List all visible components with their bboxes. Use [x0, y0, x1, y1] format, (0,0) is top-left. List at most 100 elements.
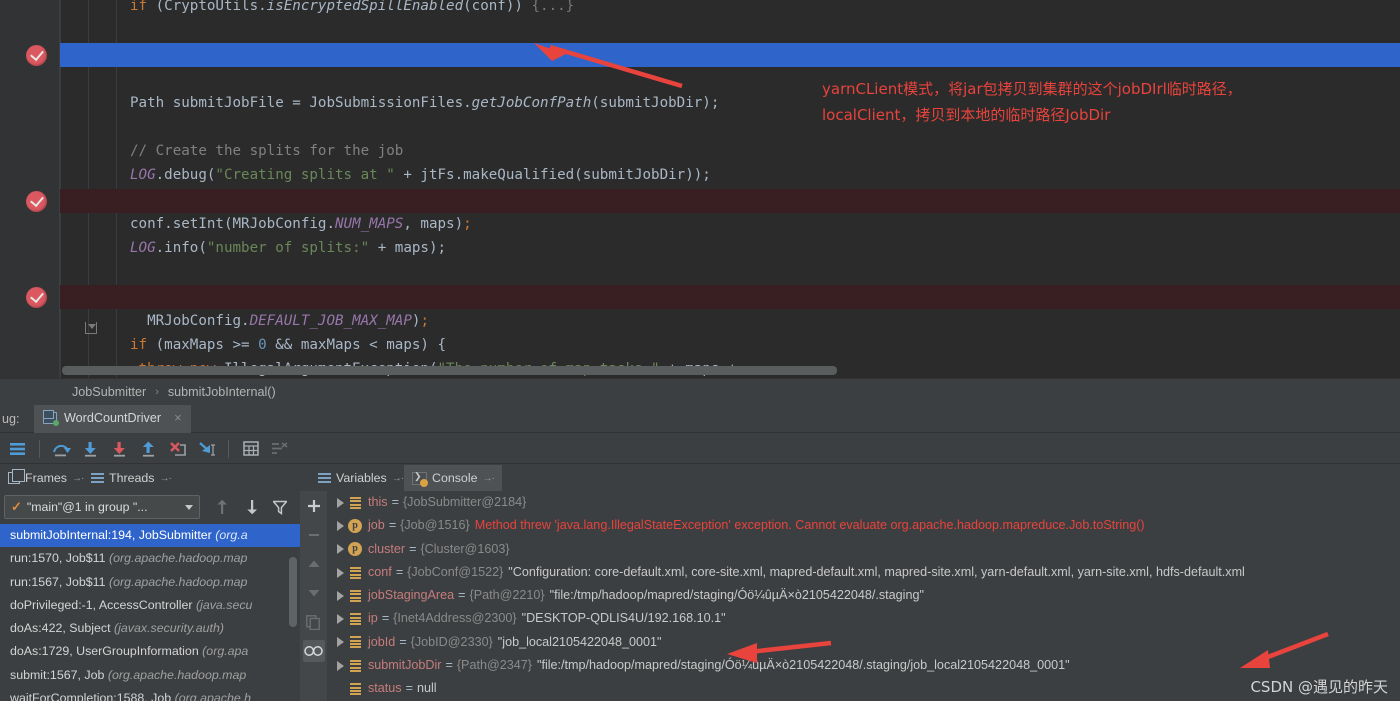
code-editor[interactable]: if (CryptoUtils.isEncryptedSpillEnabled(… [0, 0, 1400, 378]
variable-row[interactable]: p cluster = {Cluster@1603} [327, 538, 1400, 561]
show-execution-point-button[interactable] [4, 436, 31, 462]
breakpoint-icon[interactable] [26, 190, 47, 212]
debug-tool-window[interactable]: ug: WordCountDriver × Frames →· Threads … [0, 404, 1400, 701]
frames-list[interactable]: submitJobInternal:194, JobSubmitter (org… [0, 524, 300, 701]
breakpoint-line-highlight [60, 285, 1400, 310]
code-fold-arrow-icon[interactable] [85, 322, 97, 334]
frame-package: (org.apache.h [174, 691, 252, 701]
code-token: 0 [258, 336, 267, 353]
drop-frame-button[interactable] [164, 436, 191, 462]
code-line[interactable]: LOG.debug("Creating splits at " + jtFs.m… [130, 163, 711, 187]
debug-session-tab-wordcountdriver[interactable]: WordCountDriver × [34, 404, 191, 433]
variable-row[interactable]: this = {JobSubmitter@2184} [327, 491, 1400, 514]
thread-selector-dropdown[interactable]: ✓ "main"@1 in group "... [4, 495, 200, 519]
run-to-cursor-button[interactable] [193, 436, 220, 462]
evaluate-expression-button[interactable] [237, 436, 264, 462]
frame-call: run:1570, Job$11 [10, 551, 109, 566]
pin-tab-icon[interactable]: →· [159, 473, 171, 484]
variable-row[interactable]: jobId = {JobID@2330} "job_local2105422048_0… [327, 631, 1400, 654]
variable-row[interactable]: ip = {Inet4Address@2300} "DESKTOP-QDLIS4U/1… [327, 607, 1400, 630]
step-out-button[interactable] [135, 436, 162, 462]
code-token: + jtFs.makeQualified(submitJobDir)); [394, 167, 711, 184]
frame-package: (javax.security.auth) [114, 621, 224, 636]
code-token: LOG [130, 240, 156, 256]
frame-call: waitForCompletion:1588, Job [10, 691, 175, 701]
watches-toggle-button[interactable] [302, 640, 325, 662]
code-token: && maxMaps < maps) { [266, 336, 447, 353]
expand-triangle-icon[interactable] [333, 654, 347, 677]
frame-item[interactable]: waitForCompletion:1588, Job (org.apache.… [0, 687, 300, 701]
step-into-button[interactable] [77, 436, 104, 462]
frames-filter-button[interactable] [268, 496, 292, 518]
frame-item[interactable]: submitJobInternal:194, JobSubmitter (org… [0, 524, 300, 548]
parameter-glyph: p [348, 518, 362, 533]
thread-selector-label: "main"@1 in group "... [26, 500, 148, 514]
expand-triangle-icon[interactable] [333, 514, 347, 537]
force-step-into-button[interactable] [106, 436, 133, 462]
code-line[interactable]: MRJobConfig.DEFAULT_JOB_MAX_MAP); [130, 309, 429, 333]
expand-triangle-icon[interactable] [333, 631, 347, 654]
expand-triangle-icon[interactable] [333, 491, 347, 514]
code-line[interactable]: if (CryptoUtils.isEncryptedSpillEnabled(… [130, 0, 574, 18]
code-line[interactable]: LOG.info("number of splits:" + maps); [130, 236, 446, 260]
copy-value-button[interactable] [303, 611, 325, 633]
tab-console[interactable]: Console →· [404, 465, 502, 491]
tab-variables[interactable]: Variables →· [310, 465, 411, 491]
pin-tab-icon[interactable]: →· [72, 473, 84, 484]
mute-breakpoints-button[interactable] [266, 436, 293, 462]
frame-item[interactable]: doAs:1729, UserGroupInformation (org.apa [0, 640, 300, 663]
pin-tab-icon[interactable]: →· [482, 473, 494, 484]
parameter-glyph: p [348, 542, 362, 557]
variable-row[interactable]: conf = {JobConf@1522} "Configuration: core-… [327, 561, 1400, 584]
frame-item[interactable]: submit:1567, Job (org.apache.hadoop.map [0, 664, 300, 687]
move-watch-down-button[interactable] [303, 582, 325, 604]
add-watch-button[interactable] [303, 495, 325, 517]
variable-row[interactable]: p job = {Job@1516} Method threw 'java.lang.I… [327, 514, 1400, 537]
frames-up-button[interactable] [210, 496, 234, 518]
frames-scrollbar[interactable] [289, 557, 297, 627]
variable-row[interactable]: jobStagingArea = {Path@2210} "file:/tmp/had… [327, 584, 1400, 607]
frames-down-button[interactable] [240, 496, 264, 518]
frame-item[interactable]: doPrivileged:-1, AccessController (java.… [0, 594, 300, 617]
debug-tabbar: ug: WordCountDriver × [0, 404, 1400, 433]
frames-pane[interactable]: ✓ "main"@1 in group "... submitJobIntern… [0, 491, 300, 701]
variable-name: cluster [368, 541, 406, 556]
code-token: (CryptoUtils. [155, 0, 267, 14]
code-line[interactable]: if (maxMaps >= 0 && maxMaps < maps) { [130, 333, 446, 357]
code-line[interactable]: // Create the splits for the job [130, 139, 403, 163]
expand-triangle-icon[interactable] [333, 561, 347, 584]
code-line[interactable]: Path submitJobFile = JobSubmissionFiles.… [130, 91, 719, 115]
code-token: DEFAULT_JOB_MAX_MAP [249, 312, 412, 329]
close-icon[interactable]: × [174, 410, 182, 425]
pin-tab-icon[interactable]: →· [392, 473, 404, 484]
tab-threads[interactable]: Threads →· [83, 465, 179, 491]
frame-item[interactable]: run:1567, Job$11 (org.apache.hadoop.map [0, 571, 300, 594]
expand-triangle-icon[interactable] [333, 538, 347, 561]
breadcrumb[interactable]: JobSubmitter › submitJobInternal() [0, 378, 1400, 405]
current-execution-line-highlight [60, 43, 1400, 68]
variable-name: this [368, 495, 388, 509]
code-token: (maxMaps >= [155, 336, 259, 353]
watches-toolbar[interactable] [300, 491, 327, 701]
variable-row[interactable]: status = null [327, 677, 1400, 700]
variable-row[interactable]: submitJobDir = {Path@2347} "file:/tmp/hadoo… [327, 654, 1400, 677]
frame-item[interactable]: doAs:422, Subject (javax.security.auth) [0, 617, 300, 640]
remove-watch-button[interactable] [303, 524, 325, 546]
field-glyph [349, 613, 361, 626]
tab-frames[interactable]: Frames →· [0, 465, 91, 491]
breadcrumb-class[interactable]: JobSubmitter [72, 385, 146, 399]
variable-name: ip [368, 611, 378, 626]
debug-panel-tabs[interactable]: Frames →· Threads →· Variables →· Console →· [0, 465, 1400, 491]
expand-triangle-icon[interactable] [333, 584, 347, 607]
breadcrumb-method[interactable]: submitJobInternal() [168, 385, 276, 399]
frame-item[interactable]: run:1570, Job$11 (org.apache.hadoop.map [0, 547, 300, 570]
expand-triangle-icon[interactable] [333, 607, 347, 630]
move-watch-up-button[interactable] [303, 553, 325, 575]
variables-pane[interactable]: this = {JobSubmitter@2184} p job = {Job@1516} M… [327, 491, 1400, 701]
step-over-button[interactable] [48, 436, 75, 462]
editor-horizontal-scrollbar[interactable] [62, 366, 837, 375]
chevron-down-icon[interactable] [185, 504, 193, 510]
code-line[interactable]: conf.setInt(MRJobConfig.NUM_MAPS, maps); [130, 212, 472, 236]
debug-toolbar[interactable] [0, 434, 1400, 464]
annotation-local-client-line2: localClient，拷贝到本地的临时路径JobDir [822, 106, 1111, 124]
